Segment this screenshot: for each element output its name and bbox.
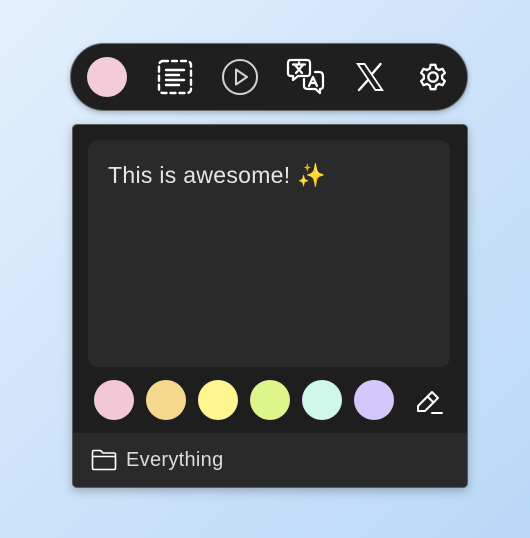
color-swatch-1[interactable] bbox=[94, 380, 134, 420]
select-text-icon bbox=[157, 59, 193, 95]
note-panel: This is awesome! ✨ Everything bbox=[72, 124, 468, 488]
color-swatch-4[interactable] bbox=[250, 380, 290, 420]
folder-icon bbox=[91, 449, 117, 471]
translate-button[interactable] bbox=[286, 58, 326, 96]
x-logo-icon bbox=[356, 62, 384, 92]
current-color-button[interactable] bbox=[87, 57, 127, 97]
share-x-button[interactable] bbox=[355, 62, 385, 92]
folder-selector[interactable]: Everything bbox=[73, 433, 467, 487]
current-color-swatch bbox=[87, 57, 127, 97]
play-button[interactable] bbox=[221, 58, 259, 96]
select-text-button[interactable] bbox=[157, 59, 193, 95]
play-icon bbox=[222, 59, 258, 95]
edit-button[interactable] bbox=[413, 387, 445, 419]
floating-toolbar bbox=[70, 43, 468, 111]
translate-icon bbox=[286, 58, 325, 95]
note-text-area[interactable]: This is awesome! ✨ bbox=[88, 140, 450, 367]
folder-label: Everything bbox=[126, 448, 224, 471]
color-palette bbox=[73, 380, 467, 422]
gear-icon bbox=[419, 63, 447, 91]
color-swatch-5[interactable] bbox=[302, 380, 342, 420]
settings-button[interactable] bbox=[416, 60, 450, 94]
color-swatch-3[interactable] bbox=[198, 380, 238, 420]
color-swatch-6[interactable] bbox=[354, 380, 394, 420]
color-swatch-2[interactable] bbox=[146, 380, 186, 420]
pencil-eraser-icon bbox=[417, 391, 443, 414]
